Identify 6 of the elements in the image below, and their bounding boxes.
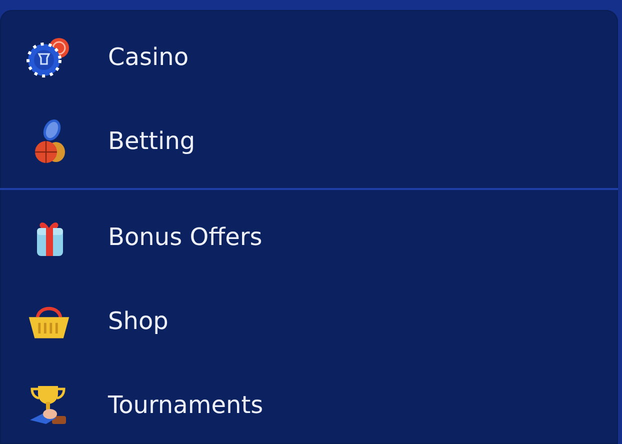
menu-item[interactable]: Tournaments [0, 363, 618, 444]
menu-item[interactable]: Shop [0, 279, 618, 363]
menu-item[interactable]: Casino [0, 15, 618, 99]
casino-chips-icon [26, 36, 72, 78]
menu-item[interactable]: Betting [0, 99, 618, 183]
menu-item[interactable]: Bonus Offers [0, 195, 618, 279]
